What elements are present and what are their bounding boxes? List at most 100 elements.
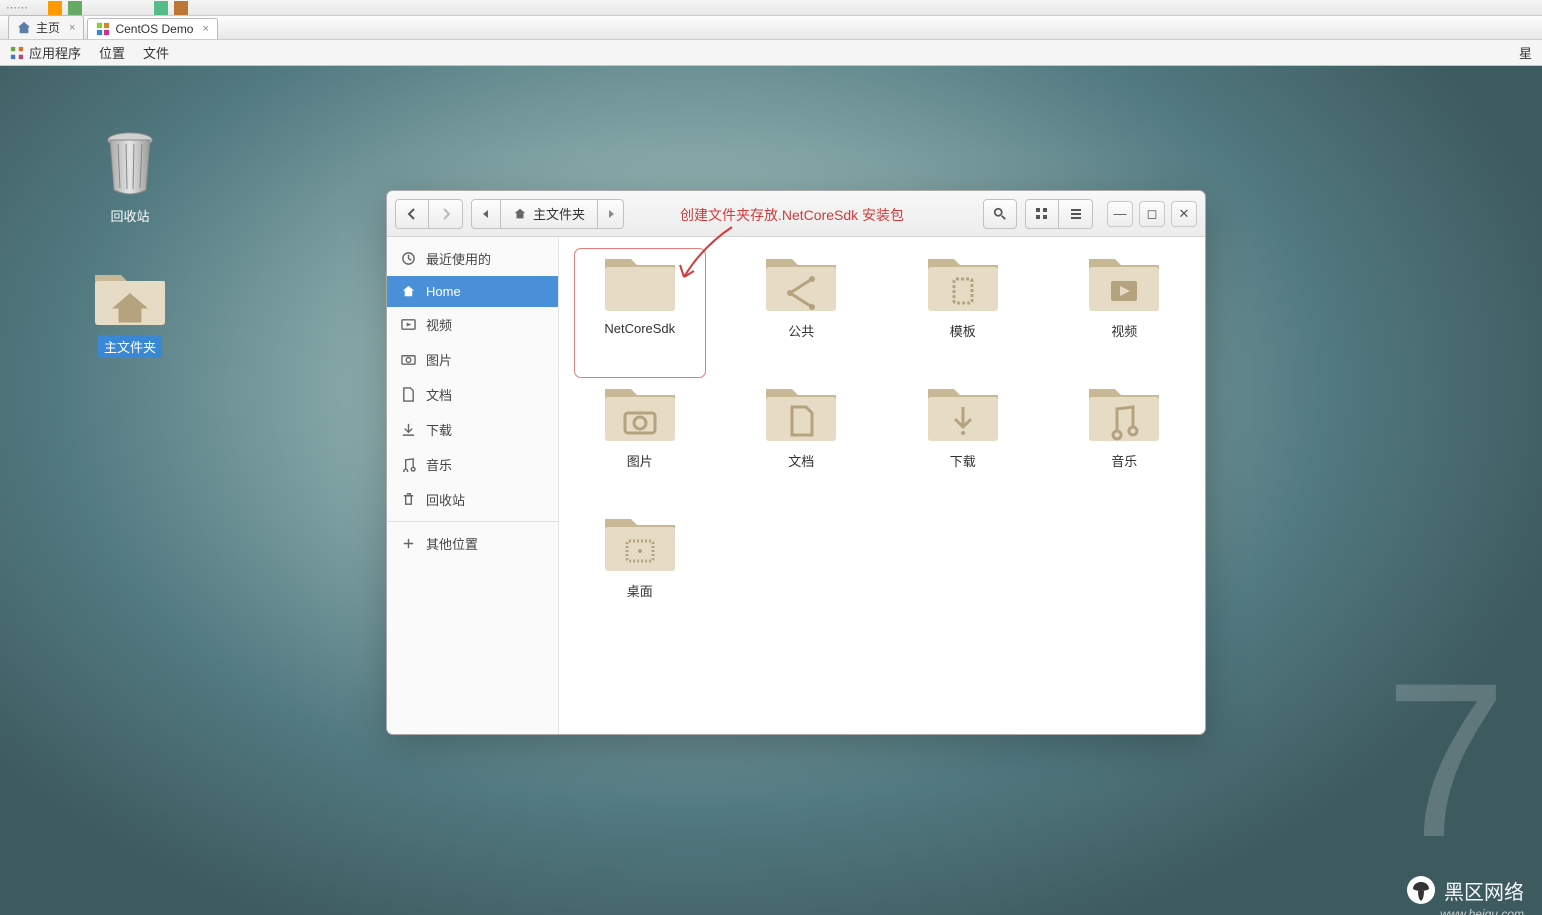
search-button[interactable] — [983, 199, 1017, 229]
sidebar: 最近使用的 Home 视频 图片 文档 — [387, 237, 559, 734]
menu-files[interactable]: 文件 — [143, 43, 169, 62]
file-item[interactable]: 视频 — [1064, 253, 1186, 373]
window-close-button[interactable]: ✕ — [1171, 201, 1197, 227]
sidebar-item-label: 图片 — [426, 350, 452, 369]
tab-home[interactable]: 主页 × — [8, 15, 84, 39]
sidebar-pictures[interactable]: 图片 — [387, 342, 558, 377]
folder-icon — [601, 383, 679, 445]
file-item[interactable]: 桌面 — [579, 513, 701, 633]
clock-area[interactable]: 星 — [1519, 43, 1532, 62]
host-tab-bar: 主页 × CentOS Demo × — [0, 16, 1542, 40]
sidebar-item-label: 下载 — [426, 420, 452, 439]
grid-icon — [1035, 207, 1049, 221]
tab-centos[interactable]: CentOS Demo × — [87, 18, 217, 39]
chevron-right-icon — [439, 207, 453, 221]
file-name: NetCoreSdk — [604, 321, 675, 336]
sidebar-item-label: 最近使用的 — [426, 249, 491, 268]
sidebar-music[interactable]: 音乐 — [387, 447, 558, 482]
file-name: 视频 — [1111, 321, 1137, 340]
path-child-button[interactable] — [598, 199, 624, 229]
sidebar-recent[interactable]: 最近使用的 — [387, 241, 558, 276]
desktop-trash[interactable]: 回收站 — [85, 130, 175, 227]
folder-icon — [91, 267, 169, 329]
sidebar-item-label: 文档 — [426, 385, 452, 404]
watermark-brand: 黑区网络 — [1444, 876, 1524, 905]
hamburger-icon — [1069, 207, 1083, 221]
view-menu-button[interactable] — [1059, 199, 1093, 229]
trash-icon — [401, 492, 416, 507]
chevron-left-icon — [405, 207, 419, 221]
file-item[interactable]: 下载 — [902, 383, 1024, 503]
wallpaper-version: 7 — [1385, 650, 1507, 870]
search-icon — [993, 207, 1007, 221]
vm-desktop[interactable]: 应用程序 位置 文件 星 回收站 主文件夹 — [0, 40, 1542, 915]
nav-back-button[interactable] — [395, 199, 429, 229]
sidebar-item-label: 视频 — [426, 315, 452, 334]
window-minimize-button[interactable]: — — [1107, 201, 1133, 227]
triangle-right-icon — [606, 209, 616, 219]
file-name: 模板 — [950, 321, 976, 340]
folder-icon — [1085, 383, 1163, 445]
file-item[interactable]: 文档 — [741, 383, 863, 503]
host-toolbar-strip: ⋯⋯ — [0, 0, 1542, 16]
sidebar-downloads[interactable]: 下载 — [387, 412, 558, 447]
clock-icon — [401, 251, 416, 266]
folder-icon — [601, 253, 679, 315]
window-maximize-button[interactable]: ◻ — [1139, 201, 1165, 227]
menu-label: 应用程序 — [29, 43, 81, 62]
music-icon — [401, 457, 416, 472]
icon-label: 主文件夹 — [98, 335, 162, 358]
trash-icon — [100, 130, 160, 198]
folder-icon — [601, 513, 679, 575]
sidebar-item-label: 回收站 — [426, 490, 465, 509]
close-icon[interactable]: × — [65, 22, 75, 34]
folder-icon — [762, 253, 840, 315]
sidebar-documents[interactable]: 文档 — [387, 377, 558, 412]
folder-icon — [924, 383, 1002, 445]
close-icon[interactable]: × — [198, 23, 208, 35]
mushroom-icon — [1406, 875, 1436, 905]
sidebar-item-label: 音乐 — [426, 455, 452, 474]
file-item[interactable]: 公共 — [741, 253, 863, 373]
path-parent-button[interactable] — [471, 199, 501, 229]
download-icon — [401, 422, 416, 437]
minimize-icon: — — [1114, 206, 1127, 221]
desktop-icons: 回收站 主文件夹 — [85, 130, 175, 358]
file-item[interactable]: NetCoreSdk — [579, 253, 701, 373]
sidebar-other-locations[interactable]: 其他位置 — [387, 526, 558, 561]
file-item[interactable]: 图片 — [579, 383, 701, 503]
file-name: 图片 — [627, 451, 653, 470]
home-icon — [513, 207, 527, 221]
file-item[interactable]: 音乐 — [1064, 383, 1186, 503]
sidebar-home[interactable]: Home — [387, 276, 558, 307]
icon-label: 回收站 — [104, 204, 155, 227]
menu-applications[interactable]: 应用程序 — [10, 43, 81, 62]
sidebar-item-label: Home — [426, 284, 461, 299]
sidebar-trash[interactable]: 回收站 — [387, 482, 558, 517]
centos-icon — [96, 22, 110, 36]
folder-icon — [924, 253, 1002, 315]
desktop-home-folder[interactable]: 主文件夹 — [85, 267, 175, 358]
menu-places[interactable]: 位置 — [99, 43, 125, 62]
folder-icon — [1085, 253, 1163, 315]
nav-forward-button[interactable] — [429, 199, 463, 229]
sidebar-separator — [387, 521, 558, 522]
watermark: 黑区网络 — [1406, 875, 1524, 905]
maximize-icon: ◻ — [1147, 206, 1158, 222]
file-item[interactable]: 模板 — [902, 253, 1024, 373]
file-name: 音乐 — [1111, 451, 1137, 470]
menu-label: 位置 — [99, 43, 125, 62]
file-grid[interactable]: NetCoreSdk 公共 模板 视频 图片 文档 — [559, 237, 1205, 734]
triangle-left-icon — [481, 209, 491, 219]
close-icon: ✕ — [1179, 206, 1190, 222]
view-grid-button[interactable] — [1025, 199, 1059, 229]
path-current[interactable]: 主文件夹 — [501, 199, 598, 229]
path-bar: 主文件夹 — [471, 199, 624, 229]
path-label: 主文件夹 — [533, 204, 585, 223]
home-icon — [17, 21, 31, 35]
watermark-url: www.heiqu.com — [1440, 907, 1524, 915]
file-name: 下载 — [950, 451, 976, 470]
home-icon — [401, 284, 416, 299]
file-name: 文档 — [788, 451, 814, 470]
sidebar-videos[interactable]: 视频 — [387, 307, 558, 342]
